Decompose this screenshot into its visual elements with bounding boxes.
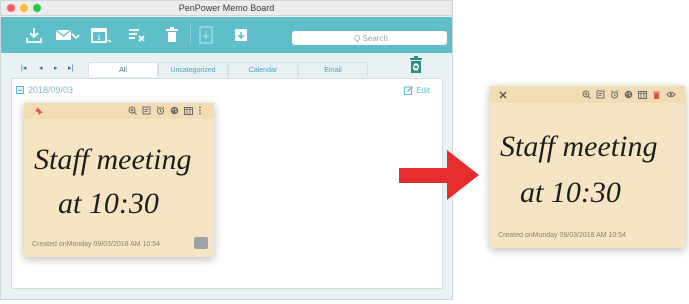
note-icon[interactable] xyxy=(596,90,605,99)
zoom-in-icon[interactable] xyxy=(128,106,137,115)
zoom-in-icon[interactable] xyxy=(582,90,591,99)
tab-label: All xyxy=(119,66,127,74)
handwriting-line2: at 10:30 xyxy=(58,187,159,220)
next-page-button[interactable]: ▸ xyxy=(54,64,58,72)
palette-icon[interactable] xyxy=(624,90,633,99)
search-placeholder: Q Search xyxy=(354,33,388,43)
handwriting-drawing: Staff meeting at 10:30 xyxy=(500,130,657,209)
calendar-small-icon[interactable] xyxy=(184,106,193,115)
first-page-button[interactable]: |◂ xyxy=(21,64,26,72)
calendar-icon[interactable]: 1 xyxy=(87,21,115,49)
palette-icon[interactable] xyxy=(170,106,179,115)
alarm-icon[interactable] xyxy=(610,90,619,99)
navigation-row: |◂ ◂ ▸ ▸| All Uncategorized Calendar Ema… xyxy=(11,56,443,77)
memo-header xyxy=(490,86,685,103)
toolbar-separator xyxy=(190,23,191,45)
tab-label: Calendar xyxy=(248,66,278,74)
note-icon[interactable] xyxy=(142,106,151,115)
edit-label: Edit xyxy=(416,85,430,95)
tab-label: Email xyxy=(324,66,342,74)
memo-created-date: Created onMonday 09/03/2018 AM 10:54 xyxy=(32,241,161,248)
edit-button[interactable]: Edit xyxy=(404,85,430,95)
memo-card-desktop[interactable]: Staff meeting at 10:30 Created onMonday … xyxy=(490,86,685,248)
tab-calendar[interactable]: Calendar xyxy=(228,62,298,77)
memo-card[interactable]: Staff meeting at 10:30 Created onMonday … xyxy=(24,103,214,257)
trash-icon[interactable] xyxy=(163,21,181,49)
title-bar: PenPower Memo Board xyxy=(1,1,452,16)
download-icon[interactable] xyxy=(23,21,45,49)
export-icon[interactable] xyxy=(197,21,215,49)
memo-header-icons xyxy=(128,106,202,115)
more-options-icon[interactable] xyxy=(198,106,202,115)
previous-page-button[interactable]: ◂ xyxy=(39,64,43,72)
last-page-button[interactable]: ▸| xyxy=(68,64,73,72)
search-input[interactable]: Q Search xyxy=(292,31,447,45)
window-title: PenPower Memo Board xyxy=(178,3,275,13)
delete-icon[interactable] xyxy=(652,90,661,99)
handwriting-line1: Staff meeting xyxy=(34,143,191,176)
alarm-icon[interactable] xyxy=(156,106,165,115)
close-icon[interactable] xyxy=(498,90,508,100)
toolbar: 1 Q Search xyxy=(1,17,452,53)
handwriting-line2: at 10:30 xyxy=(520,176,621,209)
date-group-header: 2018/09/03 xyxy=(16,85,73,95)
memo-header xyxy=(24,103,214,119)
svg-text:1: 1 xyxy=(97,35,101,42)
date-label: 2018/09/03 xyxy=(28,85,74,95)
archive-icon[interactable] xyxy=(232,21,250,49)
tab-email[interactable]: Email xyxy=(298,62,368,77)
tab-uncategorized[interactable]: Uncategorized xyxy=(158,62,228,77)
arrow-right-icon xyxy=(399,150,479,200)
handwriting-line1: Staff meeting xyxy=(500,130,657,163)
email-icon[interactable] xyxy=(52,21,82,49)
eye-icon[interactable] xyxy=(666,90,676,99)
calendar-small-icon[interactable] xyxy=(638,90,647,99)
date-collapse-checkbox[interactable] xyxy=(16,86,24,94)
filter-icon[interactable] xyxy=(125,21,147,49)
pencil-icon xyxy=(404,86,414,95)
tab-label: Uncategorized xyxy=(170,66,216,74)
memo-created-date: Created onMonday 09/03/2018 AM 10:54 xyxy=(498,232,627,239)
board-badge-icon xyxy=(194,237,208,249)
memo-header-icons xyxy=(582,90,676,99)
pin-icon[interactable] xyxy=(34,106,44,116)
tab-all[interactable]: All xyxy=(88,62,158,77)
recycle-bin-icon[interactable] xyxy=(409,56,423,74)
handwriting-drawing: Staff meeting at 10:30 xyxy=(34,143,191,220)
